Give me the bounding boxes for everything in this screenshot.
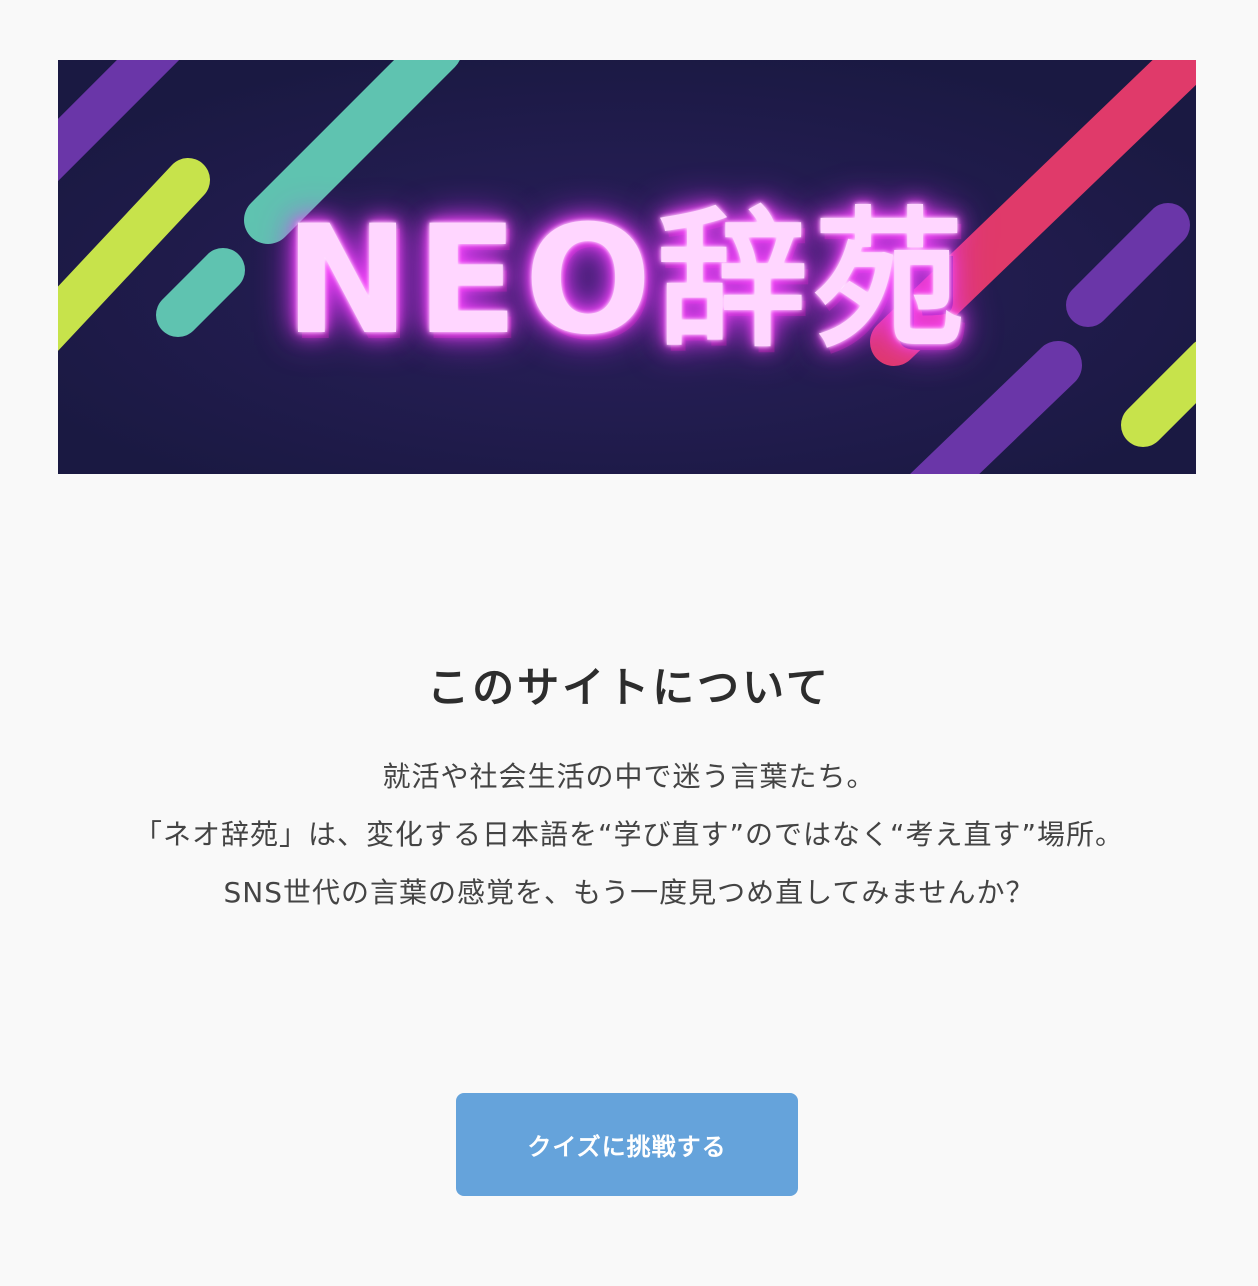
- about-description: 就活や社会生活の中で迷う言葉たち。 「ネオ辞苑」は、変化する日本語を“学び直す”…: [0, 748, 1258, 922]
- about-section: このサイトについて 就活や社会生活の中で迷う言葉たち。 「ネオ辞苑」は、変化する…: [0, 650, 1258, 922]
- about-title: このサイトについて: [427, 663, 831, 712]
- about-line: SNS世代の言葉の感覚を、もう一度見つめ直してみませんか？: [223, 876, 1035, 909]
- about-line: 就活や社会生活の中で迷う言葉たち。: [382, 760, 876, 793]
- about-line: 「ネオ辞苑」は、変化する日本語を“学び直す”のではなく“考え直す”場所。: [133, 818, 1125, 851]
- hero-banner: NEO辞苑: [58, 60, 1196, 474]
- hero-logo: NEO辞苑: [284, 193, 970, 368]
- quiz-start-button[interactable]: クイズに挑戦する: [456, 1093, 798, 1196]
